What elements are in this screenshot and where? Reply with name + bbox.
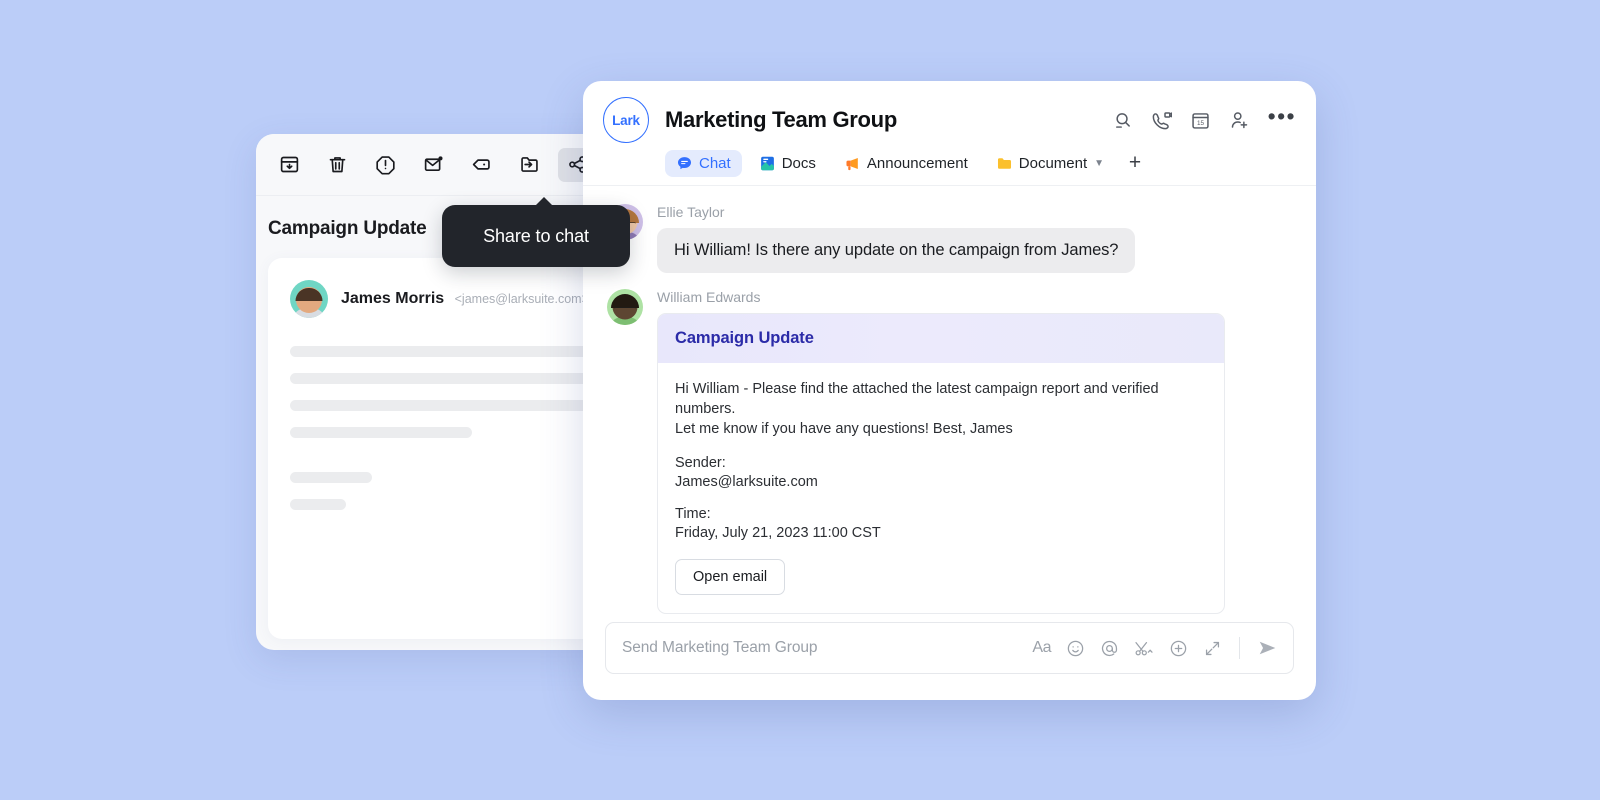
video-call-icon[interactable] bbox=[1151, 110, 1172, 131]
tab-announcement[interactable]: Announcement bbox=[833, 150, 979, 177]
label-icon[interactable] bbox=[462, 148, 500, 182]
lark-logo-text: Lark bbox=[612, 112, 640, 128]
add-member-icon[interactable] bbox=[1229, 110, 1250, 131]
message-bubble: Hi William! Is there any update on the c… bbox=[657, 228, 1136, 273]
chat-header: Lark Marketing Team Group 15 ••• Chat Do… bbox=[583, 81, 1316, 186]
message-body: William Edwards Campaign Update Hi Willi… bbox=[657, 289, 1292, 614]
email-card-body-line-1: Hi William - Please find the attached th… bbox=[675, 381, 1159, 417]
group-title: Marketing Team Group bbox=[665, 107, 897, 132]
move-to-folder-icon[interactable] bbox=[510, 148, 548, 182]
avatar-william-edwards[interactable] bbox=[607, 289, 643, 325]
tab-document[interactable]: Document ▼ bbox=[985, 150, 1115, 177]
emoji-icon[interactable] bbox=[1066, 639, 1085, 658]
text-format-icon[interactable]: Aa bbox=[1032, 639, 1051, 657]
chat-tabs: Chat Docs Announcement Document ▼ + bbox=[603, 149, 1296, 185]
chevron-down-icon[interactable]: ▼ bbox=[1094, 158, 1104, 169]
email-card-time-value: Friday, July 21, 2023 11:00 CST bbox=[675, 525, 881, 541]
tab-docs[interactable]: Docs bbox=[748, 150, 827, 177]
message-list: Ellie Taylor Hi William! Is there any up… bbox=[583, 186, 1316, 622]
message-input-placeholder[interactable]: Send Marketing Team Group bbox=[622, 639, 1032, 657]
chat-header-actions: 15 ••• bbox=[1112, 104, 1296, 131]
add-tab-button[interactable]: + bbox=[1121, 149, 1149, 177]
report-spam-icon[interactable] bbox=[366, 148, 404, 182]
skeleton-line bbox=[290, 472, 372, 483]
skeleton-line bbox=[290, 427, 472, 438]
email-card-body: Hi William - Please find the attached th… bbox=[658, 363, 1224, 613]
expand-icon[interactable] bbox=[1203, 639, 1222, 658]
chat-bubble-icon bbox=[677, 156, 692, 169]
message-william-edwards: William Edwards Campaign Update Hi Willi… bbox=[607, 289, 1292, 614]
message-sender-name: Ellie Taylor bbox=[657, 204, 725, 220]
email-card-sender-value: James@larksuite.com bbox=[675, 474, 818, 490]
tab-label: Document bbox=[1018, 154, 1088, 172]
email-card-body-line-2: Let me know if you have any questions! B… bbox=[675, 421, 1013, 437]
avatar-james-morris bbox=[290, 280, 328, 318]
message-body: Ellie Taylor Hi William! Is there any up… bbox=[657, 204, 1292, 273]
message-sender-name: William Edwards bbox=[657, 289, 761, 305]
mention-icon[interactable] bbox=[1100, 639, 1119, 658]
email-sender-address: <james@larksuite.com> bbox=[454, 292, 589, 306]
shared-email-card[interactable]: Campaign Update Hi William - Please find… bbox=[657, 313, 1225, 614]
docs-icon bbox=[760, 156, 774, 170]
email-card-title: Campaign Update bbox=[675, 329, 814, 347]
email-card-sender-label: Sender: bbox=[675, 455, 726, 471]
calendar-icon[interactable]: 15 bbox=[1190, 110, 1211, 131]
composer-actions: Aa bbox=[1032, 637, 1279, 659]
lark-logo: Lark bbox=[603, 97, 649, 143]
tab-label: Chat bbox=[699, 154, 731, 172]
delete-icon[interactable] bbox=[318, 148, 356, 182]
mark-unread-icon[interactable] bbox=[414, 148, 452, 182]
tab-label: Announcement bbox=[866, 154, 968, 172]
message-ellie-taylor: Ellie Taylor Hi William! Is there any up… bbox=[607, 204, 1292, 273]
email-card-time-label: Time: bbox=[675, 506, 711, 522]
more-icon[interactable]: ••• bbox=[1268, 104, 1296, 129]
share-to-chat-tooltip: Share to chat bbox=[442, 197, 630, 267]
email-sender-name: James Morris bbox=[341, 290, 445, 307]
skeleton-line bbox=[290, 499, 346, 510]
archive-icon[interactable] bbox=[270, 148, 308, 182]
folder-icon bbox=[997, 157, 1011, 169]
search-icon[interactable] bbox=[1112, 110, 1133, 131]
screenshot-stage: ••• Campaign Update James Morris <james@… bbox=[0, 0, 1600, 800]
message-composer[interactable]: Send Marketing Team Group Aa bbox=[605, 622, 1294, 674]
composer-divider bbox=[1239, 637, 1240, 659]
open-email-button[interactable]: Open email bbox=[675, 559, 786, 595]
composer-area: Send Marketing Team Group Aa bbox=[583, 622, 1316, 700]
chat-header-top: Lark Marketing Team Group 15 ••• bbox=[603, 97, 1296, 143]
megaphone-icon bbox=[846, 157, 858, 170]
screenshot-icon[interactable] bbox=[1134, 639, 1154, 658]
svg-text:15: 15 bbox=[1197, 120, 1205, 127]
tab-chat[interactable]: Chat bbox=[665, 149, 742, 177]
send-icon[interactable] bbox=[1257, 637, 1279, 659]
tab-label: Docs bbox=[781, 154, 816, 172]
lark-chat-window: Lark Marketing Team Group 15 ••• Chat Do… bbox=[583, 81, 1316, 700]
tooltip-label: Share to chat bbox=[483, 225, 589, 246]
email-card-header: Campaign Update bbox=[658, 314, 1224, 363]
add-attachment-icon[interactable] bbox=[1169, 639, 1188, 658]
